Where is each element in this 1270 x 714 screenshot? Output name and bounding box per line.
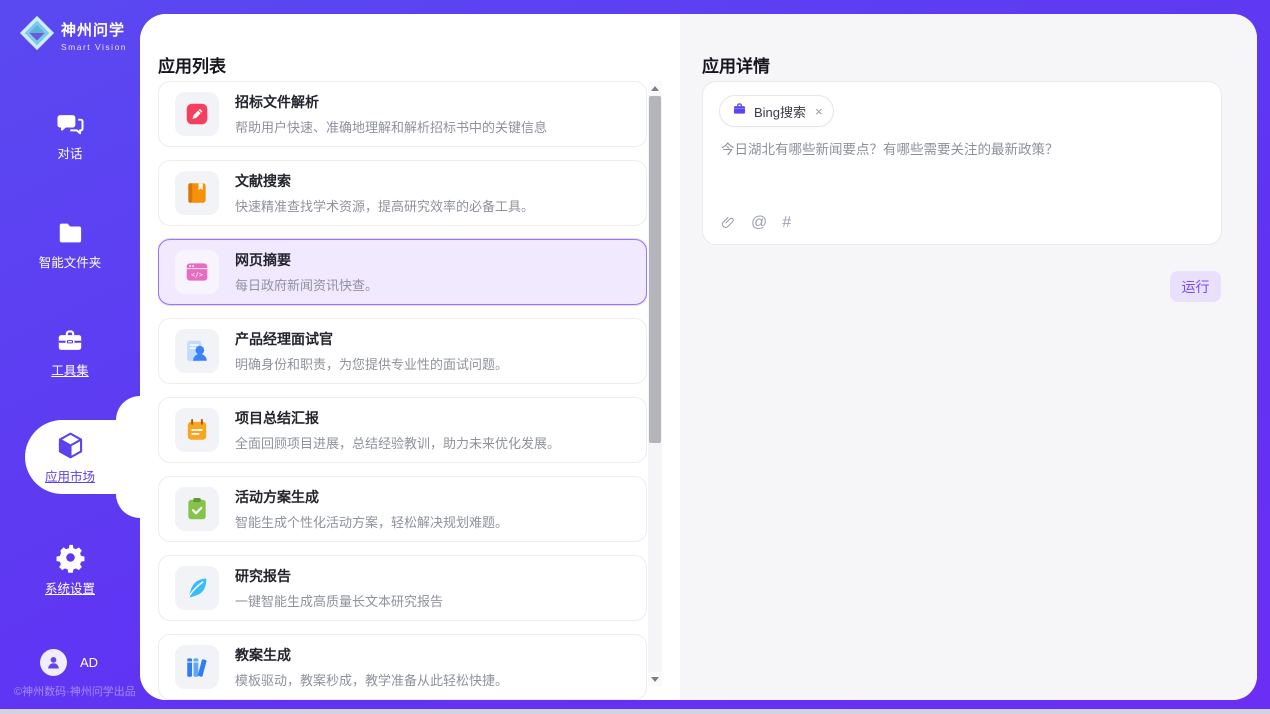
app-card-title: 研究报告 xyxy=(235,566,443,586)
brand-name: 神州问学 xyxy=(61,19,127,40)
avatar[interactable] xyxy=(40,649,67,676)
document-edit-icon xyxy=(175,92,219,136)
prompt-card: Bing搜索 × 今日湖北有哪些新闻要点？有哪些需要关注的最新政策？ @# xyxy=(702,81,1222,245)
app-list: 招标文件解析 帮助用户快速、准确地理解和解析招标书中的关键信息 文献搜索 快速精… xyxy=(158,81,647,700)
interviewer-icon xyxy=(175,329,219,373)
scroll-up-icon[interactable] xyxy=(648,81,662,95)
app-card-title: 项目总结汇报 xyxy=(235,408,560,428)
svg-text:</>: </> xyxy=(191,271,203,279)
sidebar-item-工具集[interactable]: 工具集 xyxy=(0,327,140,380)
brand-diamond-icon xyxy=(18,14,56,57)
report-note-icon xyxy=(175,408,219,452)
app-card-网页摘要[interactable]: </> 网页摘要 每日政府新闻资讯快查。 xyxy=(158,239,647,305)
app-card-研究报告[interactable]: 研究报告 一键智能生成高质量长文本研究报告 xyxy=(158,555,647,621)
app-detail-title: 应用详情 xyxy=(702,52,770,77)
app-list-title: 应用列表 xyxy=(158,52,226,77)
books-icon xyxy=(175,645,219,689)
app-card-description: 一键智能生成高质量长文本研究报告 xyxy=(235,591,443,610)
sidebar-item-应用市场[interactable]: 应用市场 xyxy=(0,396,140,518)
app-card-description: 全面回顾项目进展，总结经验教训，助力未来优化发展。 xyxy=(235,433,560,452)
app-card-title: 活动方案生成 xyxy=(235,487,508,507)
scrollbar[interactable] xyxy=(648,81,662,686)
scroll-down-icon[interactable] xyxy=(648,672,662,686)
app-card-教案生成[interactable]: 教案生成 模板驱动，教案秒成，教学准备从此轻松快捷。 xyxy=(158,634,647,700)
app-card-活动方案生成[interactable]: 活动方案生成 智能生成个性化活动方案，轻松解决规划难题。 xyxy=(158,476,647,542)
briefcase-icon xyxy=(732,102,747,121)
scrollbar-thumb[interactable] xyxy=(649,96,661,443)
chip-close-icon[interactable]: × xyxy=(815,104,823,119)
app-card-description: 每日政府新闻资讯快查。 xyxy=(235,275,378,294)
app-card-description: 模板驱动，教案秒成，教学准备从此轻松快捷。 xyxy=(235,670,508,689)
web-page-icon: </> xyxy=(175,250,219,294)
toolbox-icon xyxy=(0,327,140,355)
user-profile[interactable]: AD xyxy=(40,649,98,676)
quill-icon xyxy=(175,566,219,610)
app-card-产品经理面试官[interactable]: 产品经理面试官 明确身份和职责，为您提供专业性的面试问题。 xyxy=(158,318,647,384)
copyright-footer: ©神州数码·神州问学出品 xyxy=(14,683,136,699)
app-window: 神州问学 Smart Vision 对话 智能文件夹 工具集 应用市场 系统设置… xyxy=(0,0,1270,714)
user-initials: AD xyxy=(80,655,98,670)
chat-icon xyxy=(0,110,140,138)
sidebar-item-智能文件夹[interactable]: 智能文件夹 xyxy=(0,219,140,272)
sidebar-item-label: 智能文件夹 xyxy=(39,252,102,271)
brand-logo: 神州问学 Smart Vision xyxy=(18,14,127,57)
paperclip-icon[interactable] xyxy=(721,214,736,231)
sidebar: 神州问学 Smart Vision 对话 智能文件夹 工具集 应用市场 系统设置… xyxy=(0,0,140,714)
app-card-title: 教案生成 xyxy=(235,645,508,665)
sidebar-item-系统设置[interactable]: 系统设置 xyxy=(0,542,140,598)
prompt-toolbar: @# xyxy=(721,214,791,231)
at-icon[interactable]: @ xyxy=(751,215,767,231)
book-icon xyxy=(175,171,219,215)
tool-chip-label: Bing搜索 xyxy=(754,102,806,121)
run-button[interactable]: 运行 xyxy=(1170,271,1221,302)
main-content: 应用列表 招标文件解析 帮助用户快速、准确地理解和解析招标书中的关键信息 文献搜… xyxy=(140,14,1257,700)
sidebar-item-label: 对话 xyxy=(57,143,82,162)
app-detail-panel: 应用详情 Bing搜索 × 今日湖北有哪些新闻要点？有哪些需要关注的最新政策？ … xyxy=(680,14,1257,700)
sidebar-item-label: 系统设置 xyxy=(45,578,95,597)
brand-subtitle: Smart Vision xyxy=(61,42,127,52)
app-card-文献搜索[interactable]: 文献搜索 快速精准查找学术资源，提高研究效率的必备工具。 xyxy=(158,160,647,226)
app-card-description: 帮助用户快速、准确地理解和解析招标书中的关键信息 xyxy=(235,117,547,136)
clipboard-check-icon xyxy=(175,487,219,531)
app-list-panel: 应用列表 招标文件解析 帮助用户快速、准确地理解和解析招标书中的关键信息 文献搜… xyxy=(140,14,680,700)
prompt-input[interactable]: 今日湖北有哪些新闻要点？有哪些需要关注的最新政策？ xyxy=(721,140,1199,208)
app-card-title: 文献搜索 xyxy=(235,171,534,191)
folder-icon xyxy=(0,219,140,247)
cube-icon xyxy=(0,430,140,461)
app-card-description: 快速精准查找学术资源，提高研究效率的必备工具。 xyxy=(235,196,534,215)
app-card-description: 明确身份和职责，为您提供专业性的面试问题。 xyxy=(235,354,508,373)
app-card-招标文件解析[interactable]: 招标文件解析 帮助用户快速、准确地理解和解析招标书中的关键信息 xyxy=(158,81,647,147)
sidebar-item-label: 应用市场 xyxy=(45,466,95,485)
sidebar-item-label: 工具集 xyxy=(51,360,89,379)
app-card-title: 招标文件解析 xyxy=(235,92,547,112)
app-card-title: 网页摘要 xyxy=(235,250,378,270)
bottom-strip xyxy=(0,709,1270,714)
tool-chip-bing-search[interactable]: Bing搜索 × xyxy=(719,95,834,127)
gear-icon xyxy=(0,542,140,573)
app-card-description: 智能生成个性化活动方案，轻松解决规划难题。 xyxy=(235,512,508,531)
sidebar-item-对话[interactable]: 对话 xyxy=(0,110,140,163)
app-card-title: 产品经理面试官 xyxy=(235,329,508,349)
hash-icon[interactable]: # xyxy=(782,215,791,231)
app-card-项目总结汇报[interactable]: 项目总结汇报 全面回顾项目进展，总结经验教训，助力未来优化发展。 xyxy=(158,397,647,463)
